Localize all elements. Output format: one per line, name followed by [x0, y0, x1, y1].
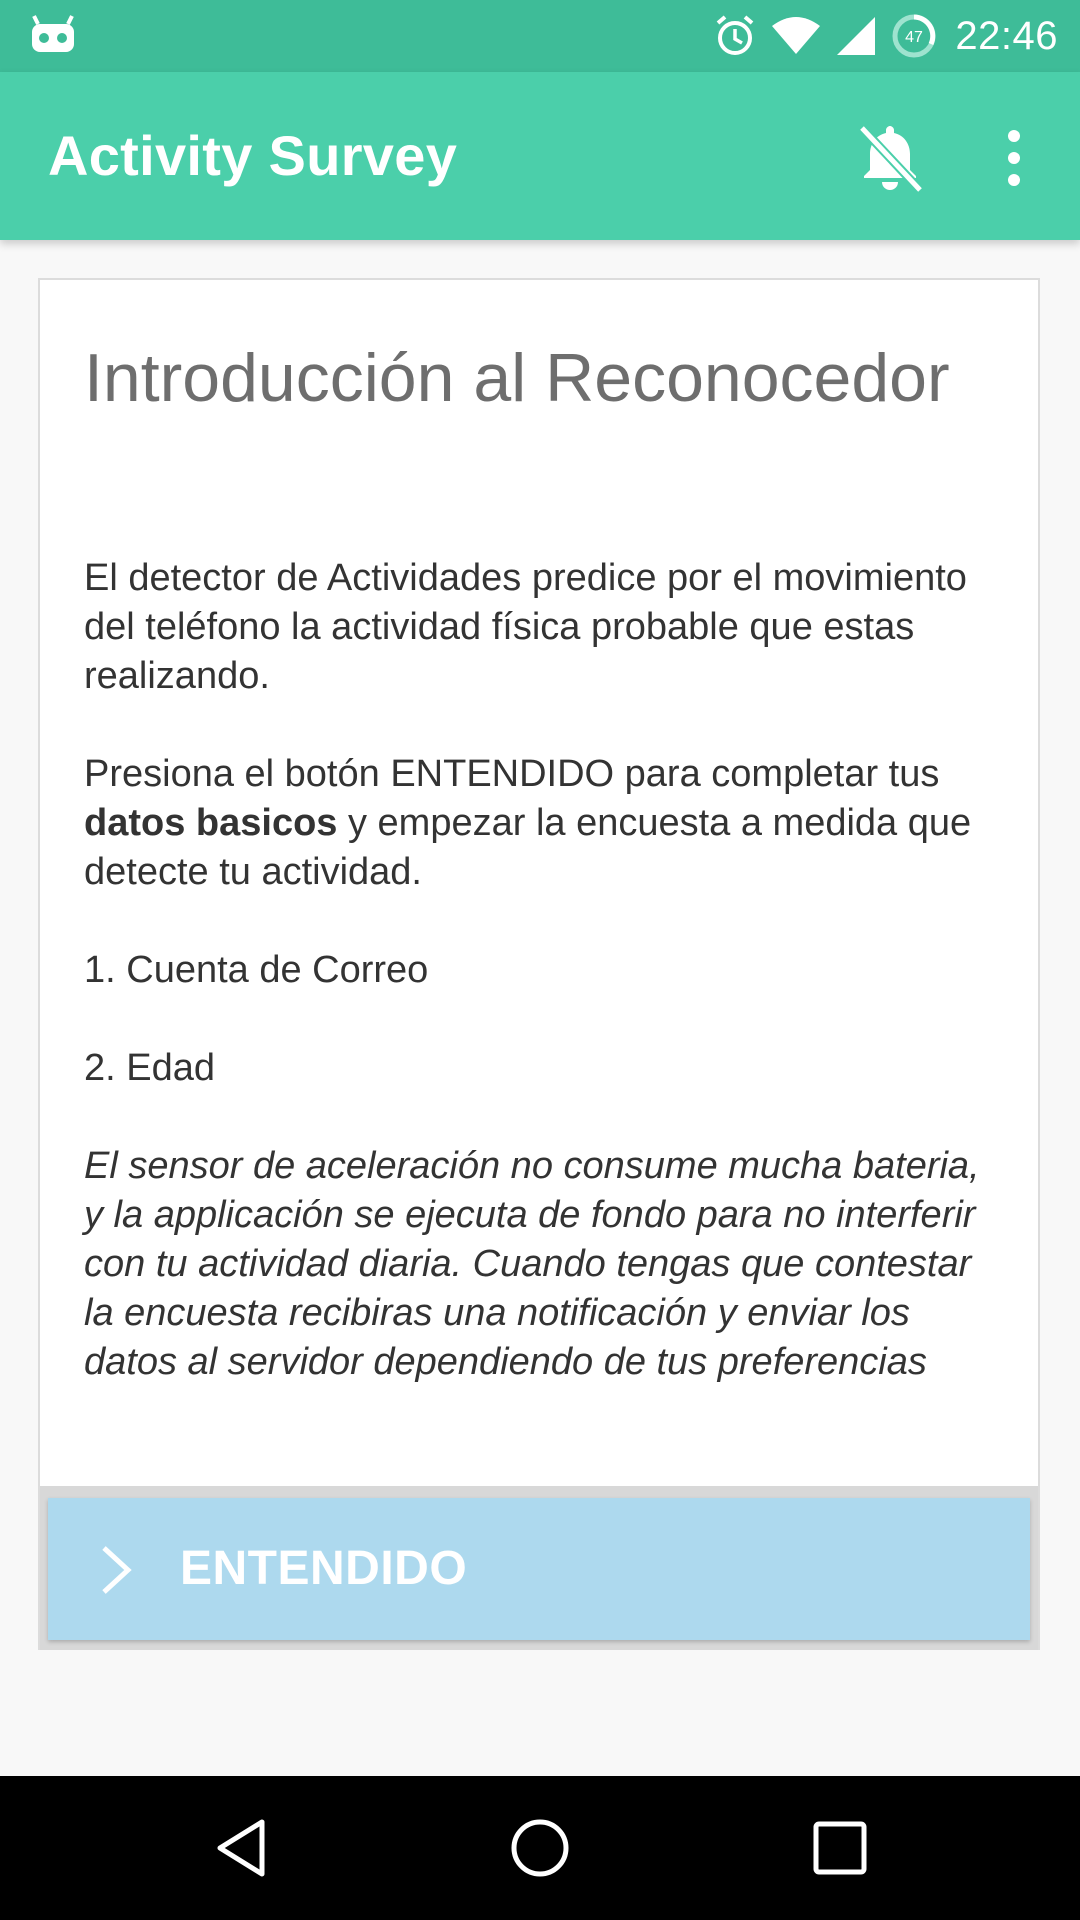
signal-icon [835, 15, 877, 57]
notifications-off-icon[interactable] [848, 116, 932, 200]
intro-card: Introducción al Reconocedor El detector … [38, 278, 1040, 1650]
more-vert-icon[interactable] [990, 128, 1038, 188]
app-title: Activity Survey [48, 124, 458, 187]
card-body: El detector de Actividades predice por e… [84, 554, 1004, 1436]
notification-app-icon [30, 14, 76, 58]
entendido-label: ENTENDIDO [180, 1542, 468, 1595]
alarm-icon [713, 14, 757, 58]
clock: 22:46 [955, 13, 1058, 58]
button-row: ENTENDIDO [40, 1486, 1038, 1650]
svg-text:47: 47 [905, 29, 923, 46]
app-bar: Activity Survey [0, 72, 1080, 240]
list-item-email: 1. Cuenta de Correo [84, 949, 429, 991]
status-icons: 47 22:46 [699, 0, 1058, 72]
instructions-bold: datos basicos [84, 802, 338, 844]
recents-icon[interactable] [804, 1812, 876, 1884]
instructions-text-1: Presiona el botón ENTENDIDO para complet… [84, 753, 940, 795]
navigation-bar [0, 1776, 1080, 1920]
battery-icon: 47 [891, 13, 937, 59]
battery-note: El sensor de aceleración no consume much… [84, 1145, 980, 1383]
home-icon[interactable] [504, 1812, 576, 1884]
wifi-icon [771, 16, 821, 56]
back-icon[interactable] [206, 1812, 278, 1884]
intro-paragraph: El detector de Actividades predice por e… [84, 557, 967, 697]
status-bar: 47 22:46 [0, 0, 1080, 72]
entendido-button[interactable]: ENTENDIDO [48, 1498, 1030, 1640]
instructions-paragraph: Presiona el botón ENTENDIDO para complet… [84, 750, 1004, 897]
card-title: Introducción al Reconocedor [84, 340, 950, 416]
list-item-age: 2. Edad [84, 1047, 215, 1089]
chevron-right-icon [98, 1544, 134, 1596]
